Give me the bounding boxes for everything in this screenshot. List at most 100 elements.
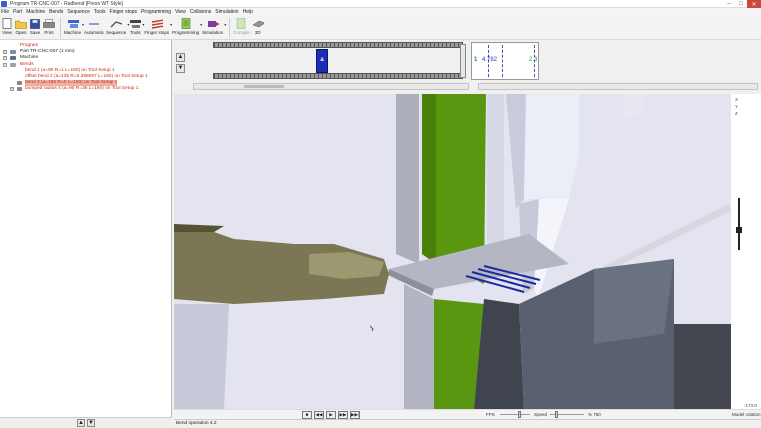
mini-sequence-view[interactable]: 1 4.782 2.3 <box>471 42 539 80</box>
menu-machine[interactable]: Machine <box>26 9 45 15</box>
z-value: -173.0 <box>744 403 757 408</box>
menu-bends[interactable]: Bends <box>49 9 63 15</box>
axis-y-option[interactable]: Y <box>735 104 738 109</box>
axis-x-option[interactable]: X <box>735 97 738 102</box>
menu-simulation[interactable]: Simulation <box>215 9 238 15</box>
bend-marker-label: a <box>320 57 324 63</box>
arrow-up-button[interactable]: ▲ <box>176 53 185 62</box>
simulation-button[interactable]: Simulation <box>202 16 223 40</box>
window-controls: – □ ✕ <box>723 0 761 8</box>
maximize-button[interactable]: □ <box>735 0 747 8</box>
machine-icon <box>10 56 16 61</box>
rewind-button[interactable]: ◀◀ <box>314 411 324 419</box>
menu-tools[interactable]: Tools <box>94 9 106 15</box>
menu-finger-stops[interactable]: Finger stops <box>110 9 138 15</box>
press-brake-scene <box>174 94 731 409</box>
fps-label: FPS <box>486 412 495 417</box>
tree-nav-bar: ▲ ▼ <box>0 417 172 428</box>
arrow-down-button[interactable]: ▼ <box>176 64 185 73</box>
automatic-icon <box>88 18 100 29</box>
playback-bar: ■ ◀◀ ▶ ▶▶ ▶▶| FPS Speed % 750 Model rota… <box>174 409 761 419</box>
end-button[interactable]: ▶▶| <box>350 411 360 419</box>
app-icon <box>1 0 7 7</box>
mini-left-value: 1 <box>474 57 478 63</box>
speed-label: Speed <box>534 412 548 417</box>
close-button[interactable]: ✕ <box>747 0 761 8</box>
menu-file[interactable]: File <box>1 9 9 15</box>
fps-slider-knob[interactable] <box>518 411 521 418</box>
model-rotation-label: Model rotation <box>732 412 761 417</box>
save-button[interactable]: Save <box>29 16 41 40</box>
scroll-thumb[interactable] <box>244 85 284 88</box>
lower-stop-ruler[interactable] <box>213 73 463 79</box>
stop-button[interactable]: ■ <box>302 411 312 419</box>
automatic-button[interactable]: Automatic <box>84 16 104 40</box>
program-tree: Program + Part TR-CNC-007 (1 mm) + Machi… <box>0 40 172 417</box>
menu-part[interactable]: Part <box>13 9 22 15</box>
new-document-icon <box>1 18 13 29</box>
menu-collisions[interactable]: Collisions <box>190 9 211 15</box>
upper-punch <box>524 94 579 199</box>
machine-button[interactable]: Machine <box>64 16 81 40</box>
finger-stops-icon <box>151 18 163 29</box>
menu-bar: File Part Machine Bends Sequence Tools F… <box>0 8 761 16</box>
menu-programming[interactable]: Programming <box>141 9 171 15</box>
collapse-icon[interactable]: − <box>3 62 7 67</box>
fps-track[interactable] <box>500 414 530 415</box>
expand-icon[interactable]: + <box>10 87 14 92</box>
view-button[interactable]: View <box>1 16 13 40</box>
move-up-icon[interactable]: ▲ <box>77 419 85 427</box>
menu-sequence[interactable]: Sequence <box>67 9 90 15</box>
print-button[interactable]: Print <box>43 16 55 40</box>
viewport-side-panel: X Y Z -173.0 <box>731 94 761 409</box>
minimize-button[interactable]: – <box>723 0 735 8</box>
next-button[interactable]: ▶▶ <box>338 411 348 419</box>
toolbar-separator <box>60 18 61 38</box>
folder-icon <box>15 18 27 29</box>
mini-mid-value: 4.782 <box>482 57 498 63</box>
main-toolbar: View Open Save Print Machine ▾ Automatic… <box>0 16 761 40</box>
tree-bend-item[interactable]: + bumped radius 4 (a=90 R=35 L=160) on T… <box>0 86 171 92</box>
compile-button[interactable]: Compile <box>233 16 250 40</box>
expand-icon[interactable]: + <box>3 56 7 61</box>
menu-help[interactable]: Help <box>243 9 253 15</box>
horizontal-scrollbar[interactable] <box>193 83 469 90</box>
play-button[interactable]: ▶ <box>326 411 336 419</box>
upper-stop-ruler[interactable] <box>213 42 463 48</box>
simulation-icon <box>207 18 219 29</box>
part-icon <box>10 50 16 55</box>
horizontal-scrollbar-right[interactable] <box>478 83 758 90</box>
tools-button[interactable]: Tools <box>129 16 142 40</box>
toolbar-separator <box>229 18 231 38</box>
menu-view[interactable]: View <box>175 9 186 15</box>
window-title: Program TR-CNC-007 - Radbend [Press WT S… <box>10 0 123 7</box>
speed-slider-knob[interactable] <box>555 411 558 418</box>
floppy-disk-icon <box>29 18 41 29</box>
finger-stops-button[interactable]: Finger stops <box>144 16 169 40</box>
status-operation: Bend operation 4.2 <box>174 419 761 428</box>
3d-part-icon <box>252 18 264 29</box>
move-down-icon[interactable]: ▼ <box>87 419 95 427</box>
sequence-button[interactable]: Sequence <box>106 16 126 40</box>
printer-icon <box>43 18 55 29</box>
open-button[interactable]: Open <box>15 16 27 40</box>
expand-icon[interactable]: + <box>3 50 7 55</box>
3d-view-button[interactable]: 3D <box>252 16 264 40</box>
programming-button[interactable]: Programming <box>172 16 199 40</box>
mini-right-value: 2.3 <box>529 57 538 63</box>
chevron-down-icon[interactable]: ▾ <box>224 22 226 27</box>
title-bar: Program TR-CNC-007 - Radbend [Press WT S… <box>0 0 761 8</box>
compile-icon <box>235 18 247 29</box>
3d-simulation-viewport[interactable] <box>174 94 731 409</box>
bends-icon <box>10 62 16 67</box>
tools-icon <box>129 18 142 29</box>
zoom-slider-icon[interactable] <box>734 197 744 252</box>
sequence-panel: ▲ ▼ a 1 4.782 2.3 <box>173 40 761 92</box>
axis-z-option[interactable]: Z <box>735 111 738 116</box>
press-machine-icon <box>67 18 79 29</box>
die-left <box>404 284 434 409</box>
speed-value: % 750 <box>588 412 601 417</box>
sequence-icon <box>110 18 123 29</box>
bend-icon <box>17 87 22 92</box>
vertical-scrollbar[interactable] <box>460 44 466 78</box>
